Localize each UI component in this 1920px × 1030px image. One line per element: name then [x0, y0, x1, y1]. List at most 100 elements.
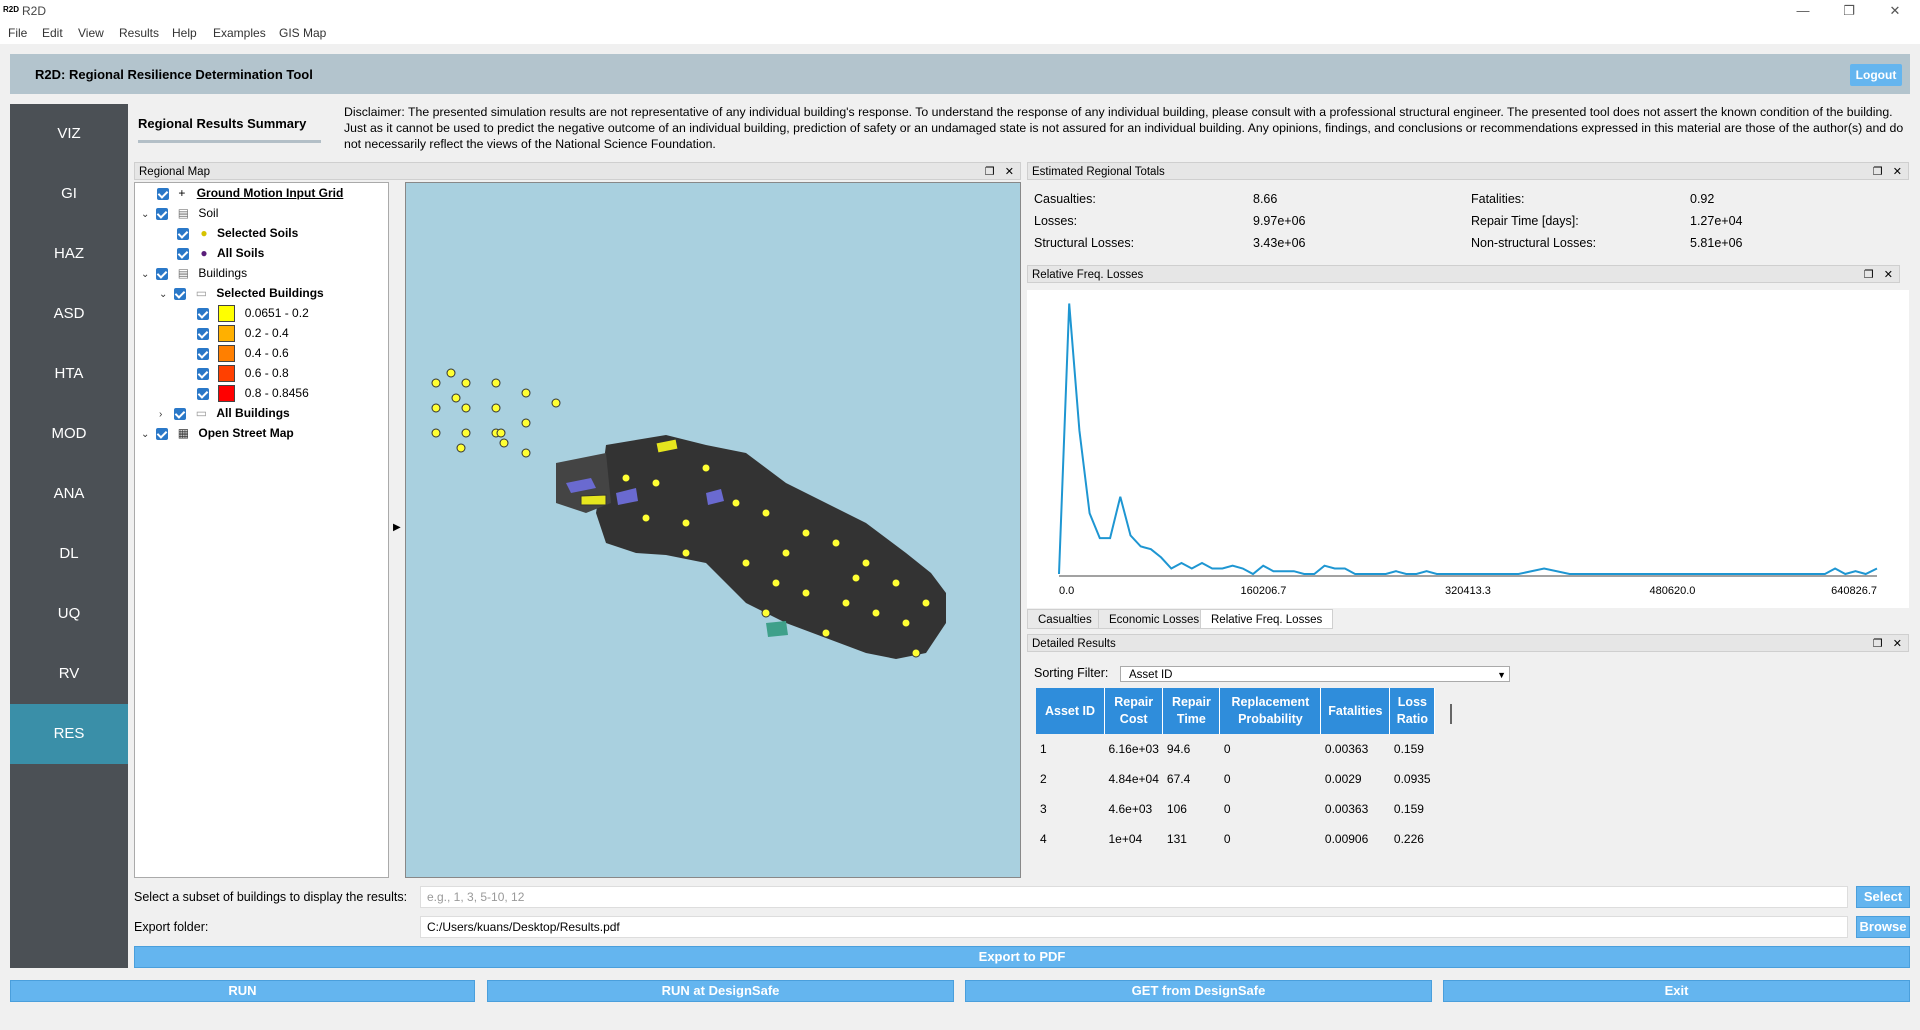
- checkbox[interactable]: [197, 327, 209, 340]
- menu-file[interactable]: File: [8, 26, 27, 40]
- checkbox[interactable]: [177, 247, 189, 260]
- checkbox[interactable]: [174, 287, 187, 300]
- menu-examples[interactable]: Examples: [213, 26, 266, 40]
- chevron-down-icon[interactable]: ⌄: [141, 265, 153, 285]
- checkbox[interactable]: [156, 267, 169, 280]
- cell: 0.159: [1393, 742, 1424, 756]
- subset-label: Select a subset of buildings to display …: [134, 890, 408, 904]
- maximize-button[interactable]: ❐: [1826, 2, 1872, 20]
- repair-time-label: Repair Time [days]:: [1471, 214, 1579, 228]
- checkbox[interactable]: [157, 187, 169, 200]
- nav-res[interactable]: RES: [10, 704, 128, 764]
- checkbox[interactable]: [174, 407, 187, 420]
- get-designsafe-button[interactable]: GET from DesignSafe: [965, 980, 1432, 1002]
- layer-soil[interactable]: ⌄ ▤ Soil: [141, 203, 218, 223]
- range-item[interactable]: 0.2 - 0.4: [197, 323, 289, 343]
- sorting-filter-select[interactable]: Asset ID ▼: [1120, 666, 1510, 682]
- nav-dl[interactable]: DL: [10, 524, 128, 584]
- float-icon[interactable]: ❐: [1864, 269, 1874, 281]
- chevron-down-icon[interactable]: ⌄: [141, 205, 153, 225]
- cell: 94.6: [1166, 742, 1191, 756]
- folder-icon: ▭: [195, 406, 208, 420]
- col-loss-ratio[interactable]: Loss Ratio: [1389, 688, 1436, 734]
- nav-mod[interactable]: MOD: [10, 404, 128, 464]
- browse-button[interactable]: Browse: [1856, 916, 1910, 938]
- totals-title: Estimated Regional Totals: [1032, 166, 1165, 178]
- float-icon[interactable]: ❐: [1873, 166, 1883, 178]
- col-repair-time[interactable]: Repair Time: [1162, 688, 1221, 734]
- close-icon[interactable]: ✕: [1884, 269, 1893, 281]
- run-button[interactable]: RUN: [10, 980, 475, 1002]
- cell: 2: [1040, 772, 1047, 786]
- nav-haz[interactable]: HAZ: [10, 224, 128, 284]
- structural-label: Structural Losses:: [1034, 236, 1135, 250]
- chevron-down-icon[interactable]: ⌄: [141, 425, 153, 445]
- table-row[interactable]: 2 4.84e+04 67.4 0 0.0029 0.0935: [1036, 764, 1435, 794]
- checkbox[interactable]: [197, 347, 209, 360]
- checkbox[interactable]: [197, 387, 209, 400]
- tab-relative-freq-losses[interactable]: Relative Freq. Losses: [1200, 609, 1334, 629]
- table-row[interactable]: 1 6.16e+03 94.6 0 0.00363 0.159: [1036, 734, 1435, 764]
- results-table: Asset ID Repair Cost Repair Time Replace…: [1036, 688, 1436, 854]
- checkbox[interactable]: [197, 367, 209, 380]
- layer-all-buildings[interactable]: › ▭ All Buildings: [159, 403, 290, 423]
- layer-ground-motion[interactable]: + Ground Motion Input Grid: [157, 183, 343, 203]
- range-item[interactable]: 0.6 - 0.8: [197, 363, 289, 383]
- range-item[interactable]: 0.0651 - 0.2: [197, 303, 309, 323]
- logout-button[interactable]: Logout: [1850, 64, 1902, 86]
- checkbox[interactable]: [156, 427, 169, 440]
- layer-group-icon: ▤: [177, 206, 190, 220]
- checkbox[interactable]: [197, 307, 209, 320]
- chevron-down-icon[interactable]: ⌄: [159, 285, 171, 305]
- export-pdf-button[interactable]: Export to PDF: [134, 946, 1910, 968]
- select-button[interactable]: Select: [1856, 886, 1910, 908]
- nav-rv[interactable]: RV: [10, 644, 128, 704]
- layer-selected-buildings[interactable]: ⌄ ▭ Selected Buildings: [159, 283, 324, 303]
- tab-regional-results-summary[interactable]: Regional Results Summary: [138, 116, 306, 131]
- close-window-button[interactable]: ✕: [1872, 2, 1918, 20]
- exit-button[interactable]: Exit: [1443, 980, 1910, 1002]
- menu-help[interactable]: Help: [172, 26, 197, 40]
- folder-icon: ▭: [195, 286, 208, 300]
- layer-selected-soils[interactable]: ● Selected Soils: [177, 223, 298, 243]
- menu-edit[interactable]: Edit: [42, 26, 63, 40]
- layer-buildings[interactable]: ⌄ ▤ Buildings: [141, 263, 247, 283]
- map-canvas[interactable]: [405, 182, 1021, 878]
- export-folder-input[interactable]: C:/Users/kuans/Desktop/Results.pdf: [420, 916, 1848, 938]
- range-item[interactable]: 0.8 - 0.8456: [197, 383, 309, 403]
- nav-uq[interactable]: UQ: [10, 584, 128, 644]
- table-row[interactable]: 4 1e+04 131 0 0.00906 0.226: [1036, 824, 1435, 854]
- table-row[interactable]: 3 4.6e+03 106 0 0.00363 0.159: [1036, 794, 1435, 824]
- chevron-right-icon[interactable]: ›: [159, 405, 171, 425]
- menu-results[interactable]: Results: [119, 26, 159, 40]
- run-designsafe-button[interactable]: RUN at DesignSafe: [487, 980, 954, 1002]
- nav-gi[interactable]: GI: [10, 164, 128, 224]
- layer-all-soils[interactable]: ● All Soils: [177, 243, 264, 263]
- nav-hta[interactable]: HTA: [10, 344, 128, 404]
- float-icon[interactable]: ❐: [985, 166, 995, 178]
- nav-ana[interactable]: ANA: [10, 464, 128, 524]
- col-repair-cost[interactable]: Repair Cost: [1104, 688, 1164, 734]
- menu-gis-map[interactable]: GIS Map: [279, 26, 326, 40]
- range-item[interactable]: 0.4 - 0.6: [197, 343, 289, 363]
- nav-asd[interactable]: ASD: [10, 284, 128, 344]
- checkbox[interactable]: [156, 207, 169, 220]
- col-asset-id[interactable]: Asset ID: [1036, 688, 1105, 734]
- layer-osm[interactable]: ⌄ ▦ Open Street Map: [141, 423, 294, 443]
- menu-view[interactable]: View: [78, 26, 104, 40]
- cell: 4.6e+03: [1108, 802, 1153, 816]
- col-replacement-probability[interactable]: Replacement Probability: [1219, 688, 1322, 734]
- nav-viz[interactable]: VIZ: [10, 104, 128, 164]
- subset-input[interactable]: e.g., 1, 3, 5-10, 12: [420, 886, 1848, 908]
- minimize-button[interactable]: —: [1780, 2, 1826, 20]
- float-icon[interactable]: ❐: [1873, 638, 1883, 650]
- col-fatalities[interactable]: Fatalities: [1320, 688, 1391, 734]
- tab-economic-losses[interactable]: Economic Losses: [1098, 609, 1211, 629]
- close-icon[interactable]: ✕: [1893, 638, 1902, 650]
- table-scrollbar[interactable]: [1450, 704, 1452, 724]
- close-icon[interactable]: ✕: [1005, 166, 1014, 178]
- tab-casualties[interactable]: Casualties: [1027, 609, 1103, 629]
- close-icon[interactable]: ✕: [1893, 166, 1902, 178]
- collapse-arrow-icon[interactable]: ▶: [393, 522, 401, 533]
- checkbox[interactable]: [177, 227, 189, 240]
